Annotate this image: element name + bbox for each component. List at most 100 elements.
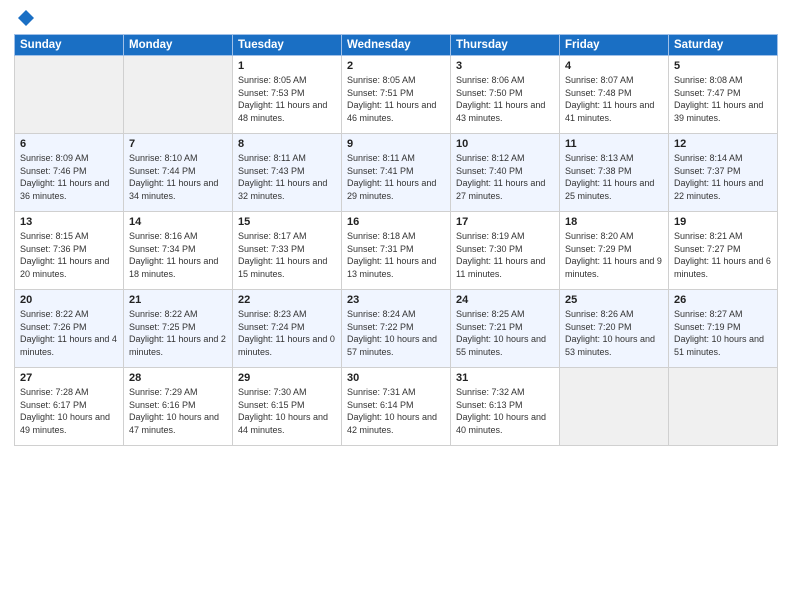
day-number: 21	[129, 294, 227, 306]
day-number: 5	[674, 60, 772, 72]
cell-line: Sunrise: 7:29 AM	[129, 387, 198, 397]
cell-content: Sunrise: 8:19 AMSunset: 7:30 PMDaylight:…	[456, 230, 554, 280]
cell-line: Sunrise: 8:24 AM	[347, 309, 416, 319]
cell-line: Sunset: 6:17 PM	[20, 400, 87, 410]
calendar-cell: 4Sunrise: 8:07 AMSunset: 7:48 PMDaylight…	[560, 56, 669, 134]
day-number: 1	[238, 60, 336, 72]
calendar-cell: 13 Sunrise: 8:15 AMSunset: 7:36 PMDayligh…	[15, 212, 124, 290]
calendar-day-header: Saturday	[669, 35, 778, 56]
cell-line: Sunset: 7:41 PM	[347, 166, 414, 176]
calendar-cell	[669, 368, 778, 446]
header	[14, 10, 778, 28]
cell-line: Sunset: 7:26 PM	[20, 322, 87, 332]
cell-line: Sunset: 6:16 PM	[129, 400, 196, 410]
day-number: 15	[238, 216, 336, 228]
day-number: 28	[129, 372, 227, 384]
cell-line: Daylight: 11 hours and 34 minutes.	[129, 178, 218, 201]
cell-line: Daylight: 10 hours and 49 minutes.	[20, 412, 110, 435]
calendar-cell: 10Sunrise: 8:12 AMSunset: 7:40 PMDayligh…	[451, 134, 560, 212]
calendar-cell: 6Sunrise: 8:09 AMSunset: 7:46 PMDaylight…	[15, 134, 124, 212]
cell-line: Sunset: 7:36 PM	[20, 244, 87, 254]
cell-line: Sunset: 7:30 PM	[456, 244, 523, 254]
cell-line: Daylight: 11 hours and 0 minutes.	[238, 334, 335, 357]
cell-line: Daylight: 10 hours and 40 minutes.	[456, 412, 546, 435]
day-number: 24	[456, 294, 554, 306]
logo-icon	[16, 8, 36, 28]
cell-line: Sunset: 6:13 PM	[456, 400, 523, 410]
cell-content: Sunrise: 8:22 AMSunset: 7:25 PMDaylight:…	[129, 308, 227, 358]
cell-content: Sunrise: 8:08 AMSunset: 7:47 PMDaylight:…	[674, 74, 772, 124]
cell-line: Sunrise: 8:11 AM	[347, 153, 415, 163]
cell-content: Sunrise: 8:14 AMSunset: 7:37 PMDaylight:…	[674, 152, 772, 202]
day-number: 30	[347, 372, 445, 384]
calendar-cell: 21 Sunrise: 8:22 AMSunset: 7:25 PMDayligh…	[124, 290, 233, 368]
cell-line: Sunset: 7:20 PM	[565, 322, 632, 332]
calendar-cell: 26Sunrise: 8:27 AMSunset: 7:19 PMDayligh…	[669, 290, 778, 368]
day-number: 8	[238, 138, 336, 150]
calendar-cell: 16Sunrise: 8:18 AMSunset: 7:31 PMDayligh…	[342, 212, 451, 290]
day-number: 20	[20, 294, 118, 306]
cell-content: Sunrise: 8:15 AMSunset: 7:36 PMDaylight:…	[20, 230, 118, 280]
day-number: 27	[20, 372, 118, 384]
calendar-cell: 15Sunrise: 8:17 AMSunset: 7:33 PMDayligh…	[233, 212, 342, 290]
day-number: 4	[565, 60, 663, 72]
calendar-cell: 23 Sunrise: 8:24 AM Sunset: 7:22 PM Dayligh…	[342, 290, 451, 368]
day-number: 23	[347, 294, 445, 306]
cell-line: Sunrise: 8:07 AM	[565, 75, 634, 85]
cell-line: Daylight: 11 hours and 6 minutes.	[674, 256, 771, 279]
cell-line: Sunset: 7:53 PM	[238, 88, 305, 98]
cell-content: Sunrise: 8:26 AMSunset: 7:20 PMDaylight:…	[565, 308, 663, 358]
cell-content: Sunrise: 7:31 AMSunset: 6:14 PMDaylight:…	[347, 386, 445, 436]
cell-content: Sunrise: 8:06 AMSunset: 7:50 PMDaylight:…	[456, 74, 554, 124]
cell-line: Sunset: 7:37 PM	[674, 166, 741, 176]
page: SundayMondayTuesdayWednesdayThursdayFrid…	[0, 0, 792, 612]
calendar-day-header: Friday	[560, 35, 669, 56]
cell-line: Sunrise: 8:12 AM	[456, 153, 525, 163]
cell-line: Sunrise: 8:16 AM	[129, 231, 198, 241]
cell-line: Daylight: 10 hours and 55 minutes.	[456, 334, 546, 357]
cell-line: Daylight: 11 hours and 39 minutes.	[674, 100, 763, 123]
cell-line: Sunrise: 8:05 AM	[347, 75, 416, 85]
cell-line: Sunrise: 8:23 AM	[238, 309, 307, 319]
calendar-day-header: Wednesday	[342, 35, 451, 56]
calendar-cell: 5 Sunrise: 8:08 AMSunset: 7:47 PMDaylight…	[669, 56, 778, 134]
cell-line: Sunset: 7:25 PM	[129, 322, 196, 332]
calendar-cell: 18Sunrise: 8:20 AMSunset: 7:29 PMDayligh…	[560, 212, 669, 290]
calendar-cell: 27Sunrise: 7:28 AMSunset: 6:17 PMDayligh…	[15, 368, 124, 446]
day-number: 3	[456, 60, 554, 72]
day-number: 19	[674, 216, 772, 228]
cell-content: Sunrise: 8:11 AMSunset: 7:43 PMDaylight:…	[238, 152, 336, 202]
cell-line: Daylight: 11 hours and 32 minutes.	[238, 178, 327, 201]
day-number: 18	[565, 216, 663, 228]
cell-line: Sunrise: 7:32 AM	[456, 387, 525, 397]
calendar-cell: 14Sunrise: 8:16 AMSunset: 7:34 PMDayligh…	[124, 212, 233, 290]
calendar-cell: 25Sunrise: 8:26 AMSunset: 7:20 PMDayligh…	[560, 290, 669, 368]
cell-line: Sunrise: 8:06 AM	[456, 75, 525, 85]
cell-line: Daylight: 11 hours and 11 minutes.	[456, 256, 545, 279]
cell-line: Daylight: 11 hours and 15 minutes.	[238, 256, 327, 279]
cell-content: Sunrise: 8:13 AMSunset: 7:38 PMDaylight:…	[565, 152, 663, 202]
cell-line: Sunset: 7:44 PM	[129, 166, 196, 176]
day-number: 29	[238, 372, 336, 384]
cell-line: Daylight: 10 hours and 57 minutes.	[347, 334, 437, 357]
cell-line: Sunset: 7:34 PM	[129, 244, 196, 254]
cell-line: Daylight: 11 hours and 48 minutes.	[238, 100, 327, 123]
calendar-cell: 22Sunrise: 8:23 AMSunset: 7:24 PMDayligh…	[233, 290, 342, 368]
cell-line: Sunrise: 8:10 AM	[129, 153, 198, 163]
day-number: 13	[20, 216, 118, 228]
cell-line: Sunset: 7:22 PM	[347, 322, 414, 332]
cell-content: Sunrise: 8:22 AMSunset: 7:26 PMDaylight:…	[20, 308, 118, 358]
cell-line: Sunset: 7:24 PM	[238, 322, 305, 332]
cell-line: Daylight: 10 hours and 47 minutes.	[129, 412, 219, 435]
day-number: 2	[347, 60, 445, 72]
cell-line: Daylight: 10 hours and 51 minutes.	[674, 334, 764, 357]
cell-line: Daylight: 10 hours and 44 minutes.	[238, 412, 328, 435]
calendar-cell	[560, 368, 669, 446]
calendar-cell: 11Sunrise: 8:13 AMSunset: 7:38 PMDayligh…	[560, 134, 669, 212]
cell-line: Sunset: 7:51 PM	[347, 88, 414, 98]
cell-content: Sunrise: 7:29 AM Sunset: 6:16 PM Daylight:…	[129, 386, 227, 436]
day-number: 17	[456, 216, 554, 228]
cell-line: Sunrise: 7:31 AM	[347, 387, 416, 397]
cell-line: Daylight: 11 hours and 46 minutes.	[347, 100, 436, 123]
cell-line: Daylight: 11 hours and 20 minutes.	[20, 256, 109, 279]
